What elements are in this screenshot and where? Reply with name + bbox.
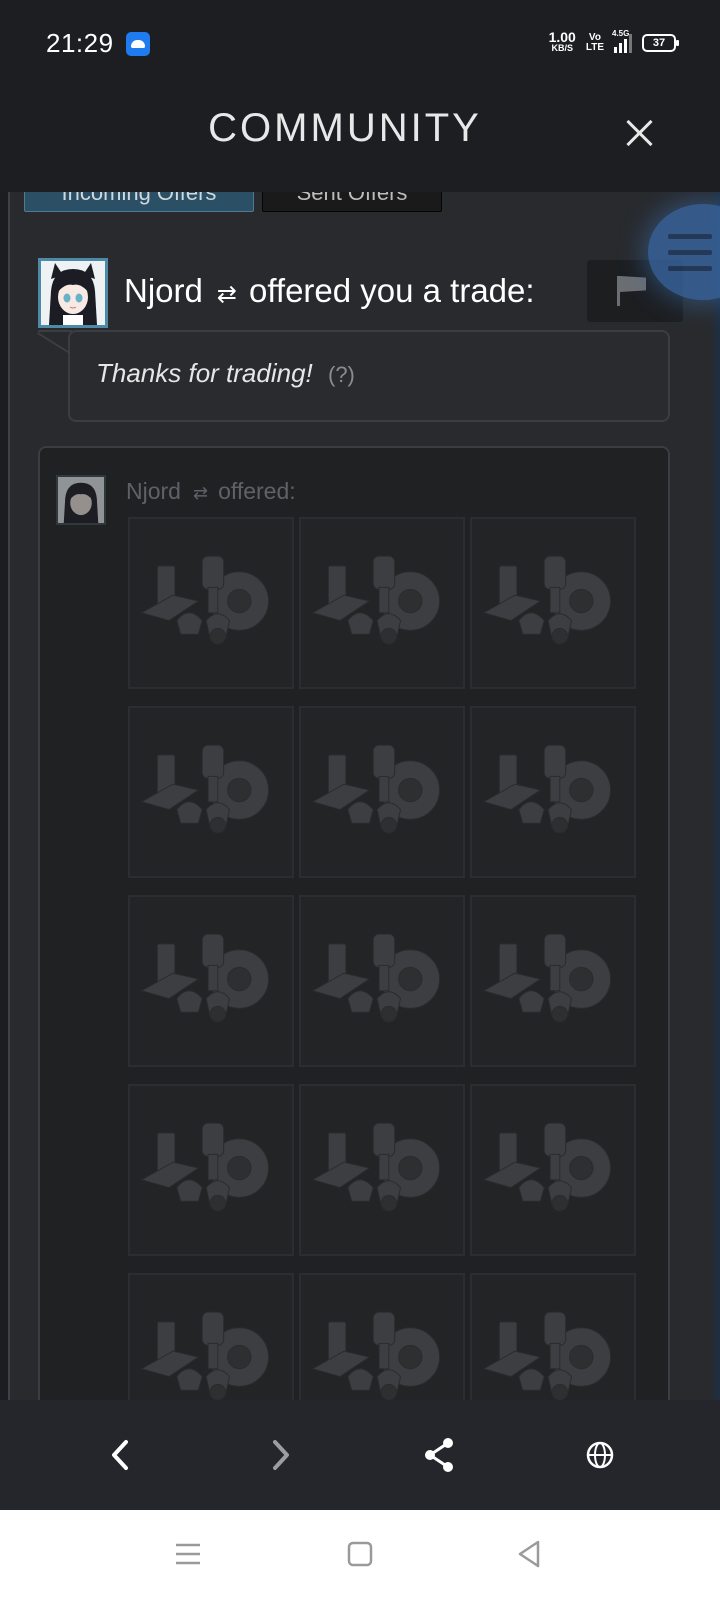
trade-item[interactable] (470, 517, 636, 689)
avatar-image-small (58, 477, 104, 523)
page-title: COMMUNITY (208, 106, 482, 150)
offer-action-text: offered you a trade: (248, 272, 535, 309)
trade-item[interactable] (299, 895, 465, 1067)
network-speed-unit: KB/S (551, 43, 573, 53)
open-in-browser-button[interactable] (575, 1430, 625, 1480)
status-time: 21:29 (46, 28, 114, 58)
trade-item[interactable] (299, 1273, 465, 1400)
battery-icon: 37 (642, 34, 679, 52)
menu-icon (176, 1543, 200, 1565)
trade-item[interactable] (128, 895, 294, 1067)
app-header: COMMUNITY (0, 88, 720, 192)
items-partner-name[interactable]: Njord (126, 478, 181, 504)
content-edge (710, 192, 720, 1400)
trade-item[interactable] (128, 1084, 294, 1256)
share-icon (425, 1438, 453, 1472)
gears-pistons-icon (482, 1311, 612, 1400)
gears-pistons-icon (140, 1311, 270, 1400)
trade-item[interactable] (128, 517, 294, 689)
chevron-left-icon (112, 1440, 128, 1470)
app-root: 21:29 1.00 KB/S Vo LTE 4.5G 37 COMMUNITY… (0, 0, 720, 1600)
share-button[interactable] (415, 1430, 465, 1480)
offer-message-text: Thanks for trading! (96, 358, 313, 388)
trade-item[interactable] (299, 706, 465, 878)
trade-item[interactable] (470, 895, 636, 1067)
trade-item[interactable] (470, 1084, 636, 1256)
help-link[interactable]: (?) (328, 362, 355, 388)
offer-message-box: Thanks for trading! (?) (68, 330, 670, 422)
partner-name[interactable]: Njord (124, 272, 203, 309)
status-indicators: 1.00 KB/S Vo LTE 4.5G 37 (548, 28, 679, 58)
gears-pistons-icon (140, 933, 270, 1023)
gears-pistons-icon (140, 1122, 270, 1212)
trade-item[interactable] (470, 706, 636, 878)
triangle-back-icon (518, 1540, 540, 1568)
close-button[interactable] (620, 114, 660, 154)
swap-icon-small: ⇄ (192, 483, 209, 503)
gears-pistons-icon (311, 1122, 441, 1212)
network-speed-value: 1.00 (548, 29, 576, 45)
gears-pistons-icon (482, 744, 612, 834)
avatar-image (41, 261, 105, 325)
trade-item[interactable] (470, 1273, 636, 1400)
square-icon (347, 1541, 373, 1567)
tab-sent-offers[interactable]: Sent Offers (262, 192, 442, 212)
offer-headline: Njord ⇄ offered you a trade: (124, 272, 535, 310)
trade-item[interactable] (128, 1273, 294, 1400)
home-button[interactable] (338, 1532, 382, 1576)
message-pointer (38, 330, 72, 356)
gears-pistons-icon (311, 744, 441, 834)
partner-avatar-small[interactable] (56, 475, 106, 525)
browser-toolbar (0, 1400, 720, 1510)
volte-icon: Vo LTE (585, 32, 604, 53)
network-speed: 1.00 KB/S (548, 29, 576, 54)
trade-offer-panel: Incoming Offers Sent Offers Njord ⇄ offe… (10, 192, 710, 1400)
gears-pistons-icon (482, 555, 612, 645)
signal-icon: 4.5G (612, 29, 632, 53)
swap-icon: ⇄ (216, 281, 237, 308)
gears-pistons-icon (311, 555, 441, 645)
partner-avatar[interactable] (38, 258, 108, 328)
items-label: offered: (218, 478, 296, 504)
tab-incoming-offers[interactable]: Incoming Offers (24, 192, 254, 212)
items-caption: Njord ⇄ offered: (126, 478, 296, 505)
gears-pistons-icon (140, 744, 270, 834)
forward-button[interactable] (255, 1430, 305, 1480)
gears-pistons-icon (311, 933, 441, 1023)
trade-item[interactable] (299, 517, 465, 689)
gears-pistons-icon (482, 1122, 612, 1212)
back-button[interactable] (96, 1430, 146, 1480)
gears-pistons-icon (311, 1311, 441, 1400)
flag-icon (617, 276, 620, 306)
system-nav-bar (0, 1510, 720, 1600)
globe-icon (586, 1441, 614, 1469)
offer-message: Thanks for trading! (96, 358, 313, 389)
trade-item[interactable] (128, 706, 294, 878)
gears-pistons-icon (140, 555, 270, 645)
battery-level: 37 (652, 37, 666, 49)
chevron-right-icon (273, 1440, 289, 1470)
trade-offer-content[interactable]: Incoming Offers Sent Offers Njord ⇄ offe… (0, 192, 720, 1400)
recent-apps-button[interactable] (166, 1532, 210, 1576)
app-notification-icon (126, 32, 150, 56)
status-bar: 21:29 1.00 KB/S Vo LTE 4.5G 37 (0, 0, 720, 88)
trade-item[interactable] (299, 1084, 465, 1256)
network-type: 4.5G (612, 29, 630, 38)
system-back-button[interactable] (508, 1532, 552, 1576)
gears-pistons-icon (482, 933, 612, 1023)
